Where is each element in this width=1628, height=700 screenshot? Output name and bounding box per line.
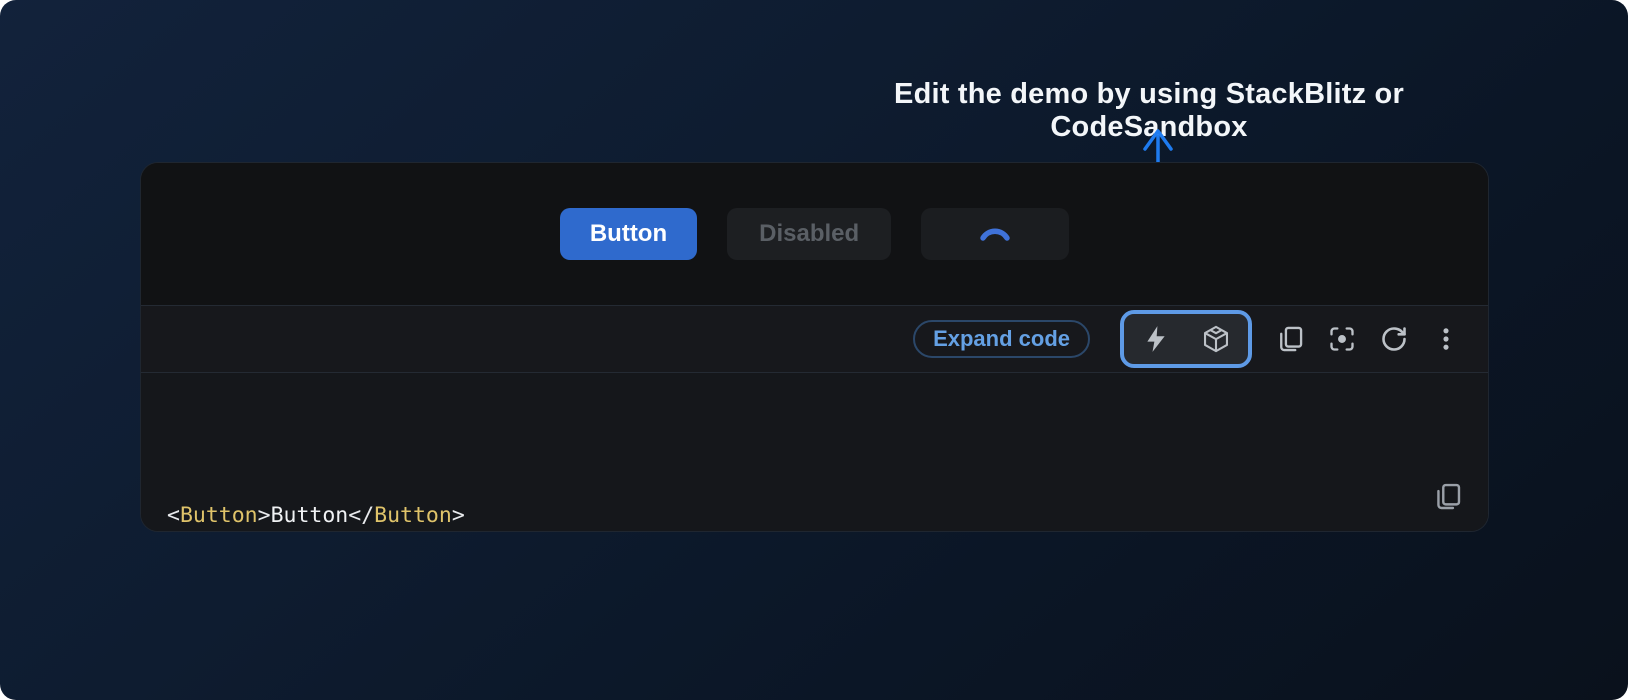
expand-code-button[interactable]: Expand code — [913, 320, 1090, 358]
demo-disabled-button: Disabled — [727, 208, 891, 260]
code-line: <Button>Button</Button> — [167, 500, 1462, 533]
annotation-title: Edit the demo by using StackBlitz or Cod… — [818, 78, 1480, 144]
screenshot-canvas: Edit the demo by using StackBlitz or Cod… — [0, 0, 1628, 700]
stackblitz-icon[interactable] — [1142, 325, 1170, 353]
sandbox-icons-highlight-group — [1120, 310, 1252, 368]
demo-loading-button[interactable] — [921, 208, 1069, 260]
demo-toolbar: Expand code — [141, 305, 1488, 373]
demo-primary-button[interactable]: Button — [560, 208, 697, 260]
codesandbox-icon[interactable] — [1202, 325, 1230, 353]
copy-code-icon[interactable] — [1433, 417, 1462, 446]
kebab-menu-icon[interactable] — [1432, 325, 1460, 353]
code-block: <Button>Button</Button><Button disabled>… — [141, 373, 1488, 532]
copy-icon[interactable] — [1276, 325, 1304, 353]
demo-preview-area: Button Disabled — [141, 163, 1488, 305]
loading-spinner-icon — [975, 215, 1015, 254]
demo-card: Button Disabled Expand code — [140, 162, 1489, 532]
isolate-icon[interactable] — [1328, 325, 1356, 353]
refresh-icon[interactable] — [1380, 325, 1408, 353]
